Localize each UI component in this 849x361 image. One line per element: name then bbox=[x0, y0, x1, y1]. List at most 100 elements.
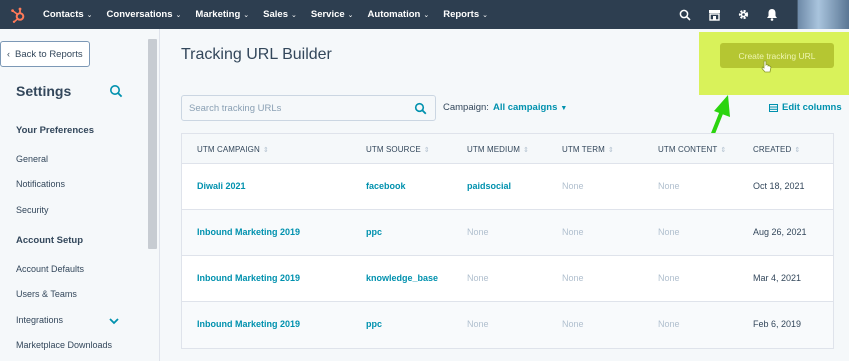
table-row: Diwali 2021 facebook paidsocial None Non… bbox=[182, 164, 833, 210]
sort-icon: ⇕ bbox=[720, 147, 727, 154]
sidebar-item-account-defaults[interactable]: Account Defaults bbox=[16, 264, 84, 274]
column-header-utm-term[interactable]: UTM TERM ⇕ bbox=[562, 145, 614, 154]
page-title: Tracking URL Builder bbox=[181, 46, 332, 63]
nav-service[interactable]: Service ⌄ bbox=[311, 9, 354, 20]
chevron-down-icon: ⌄ bbox=[423, 11, 430, 19]
created-date-cell: Oct 18, 2021 bbox=[753, 181, 805, 191]
create-tracking-url-button[interactable]: Create tracking URL bbox=[720, 43, 834, 68]
search-icon[interactable] bbox=[678, 8, 692, 22]
created-date-cell: Mar 4, 2021 bbox=[753, 273, 802, 283]
back-to-reports-button[interactable]: ‹ Back to Reports bbox=[0, 41, 90, 67]
gear-icon[interactable] bbox=[736, 8, 750, 22]
chevron-down-icon: ⌄ bbox=[290, 11, 297, 19]
nav-automation[interactable]: Automation ⌄ bbox=[368, 9, 430, 20]
sort-icon: ⇕ bbox=[523, 147, 529, 154]
nav-conversations[interactable]: Conversations ⌄ bbox=[107, 9, 182, 20]
main-content: Tracking URL Builder Create tracking URL… bbox=[160, 29, 849, 361]
utm-medium-cell[interactable]: paidsocial bbox=[467, 181, 511, 191]
utm-medium-cell: None bbox=[467, 319, 489, 329]
pointer-cursor-icon bbox=[761, 59, 773, 73]
utm-medium-cell: None bbox=[467, 273, 489, 283]
table-row: Inbound Marketing 2019 ppc None None Non… bbox=[182, 302, 833, 348]
utm-source-cell[interactable]: facebook bbox=[366, 181, 406, 191]
column-header-created[interactable]: CREATED ⇕ bbox=[753, 145, 800, 154]
nav-label: Contacts bbox=[43, 9, 84, 20]
utm-campaign-link[interactable]: Inbound Marketing 2019 bbox=[197, 227, 300, 237]
utm-content-cell: None bbox=[658, 319, 680, 329]
chevron-down-icon[interactable] bbox=[108, 313, 122, 325]
section-heading-account-setup: Account Setup bbox=[16, 235, 84, 246]
campaign-label: Campaign: bbox=[443, 102, 489, 113]
utm-medium-cell: None bbox=[467, 227, 489, 237]
marketplace-icon[interactable] bbox=[707, 8, 721, 22]
campaign-filter[interactable]: Campaign: All campaigns ▼ bbox=[443, 102, 567, 113]
utm-source-cell[interactable]: knowledge_base bbox=[366, 273, 438, 283]
column-header-utm-medium[interactable]: UTM MEDIUM ⇕ bbox=[467, 145, 529, 154]
nav-label: Conversations bbox=[106, 9, 173, 20]
column-header-label: CREATED bbox=[753, 145, 792, 154]
columns-icon bbox=[769, 103, 778, 112]
utm-source-cell[interactable]: ppc bbox=[366, 227, 382, 237]
section-heading-your-preferences: Your Preferences bbox=[16, 125, 94, 136]
nav-contacts[interactable]: Contacts ⌄ bbox=[43, 9, 93, 20]
nav-marketing[interactable]: Marketing ⌄ bbox=[195, 9, 249, 20]
hubspot-logo-icon[interactable] bbox=[10, 7, 26, 23]
edit-columns-button[interactable]: Edit columns bbox=[769, 102, 842, 113]
chevron-down-icon: ⌄ bbox=[347, 11, 354, 19]
sidebar-item-notifications[interactable]: Notifications bbox=[16, 179, 65, 189]
search-input[interactable] bbox=[189, 102, 404, 114]
search-icon[interactable] bbox=[414, 102, 427, 115]
sort-icon: ⇕ bbox=[423, 147, 430, 154]
edit-columns-label: Edit columns bbox=[782, 102, 842, 113]
top-navigation: Contacts ⌄ Conversations ⌄ Marketing ⌄ Sale… bbox=[0, 0, 849, 29]
column-header-utm-content[interactable]: UTM CONTENT ⇕ bbox=[658, 145, 726, 154]
nav-label: Reports bbox=[443, 9, 480, 20]
chevron-down-icon: ⌄ bbox=[482, 11, 488, 19]
chevron-down-icon: ⌄ bbox=[175, 11, 182, 19]
back-button-label: Back to Reports bbox=[15, 48, 83, 60]
created-date-cell: Feb 6, 2019 bbox=[753, 319, 802, 329]
utm-content-cell: None bbox=[658, 181, 680, 191]
nav-label: Service bbox=[310, 9, 345, 20]
search-icon[interactable] bbox=[109, 84, 123, 98]
sort-icon: ⇕ bbox=[262, 147, 269, 154]
bell-icon[interactable] bbox=[765, 8, 779, 22]
sidebar-item-marketplace-downloads[interactable]: Marketplace Downloads bbox=[16, 340, 112, 350]
campaign-dropdown[interactable]: All campaigns bbox=[493, 102, 557, 113]
caret-down-icon: ▼ bbox=[560, 105, 568, 112]
nav-label: Automation bbox=[367, 9, 421, 20]
chevron-left-icon: ‹ bbox=[7, 49, 10, 59]
column-header-label: UTM TERM bbox=[562, 145, 605, 154]
settings-title: Settings bbox=[16, 83, 72, 99]
chevron-down-icon: ⌄ bbox=[243, 11, 250, 19]
settings-sidebar: ‹ Back to Reports Settings Your Preferen… bbox=[0, 29, 160, 361]
sort-icon: ⇕ bbox=[607, 147, 614, 154]
utm-source-cell[interactable]: ppc bbox=[366, 319, 382, 329]
chevron-down-icon: ⌄ bbox=[86, 11, 93, 19]
created-date-cell: Aug 26, 2021 bbox=[753, 227, 807, 237]
column-header-label: UTM CAMPAIGN bbox=[197, 145, 260, 154]
nav-label: Marketing bbox=[195, 9, 241, 20]
utm-campaign-link[interactable]: Diwali 2021 bbox=[197, 181, 246, 191]
sidebar-item-users-teams[interactable]: Users & Teams bbox=[16, 289, 77, 299]
table-row: Inbound Marketing 2019 ppc None None Non… bbox=[182, 210, 833, 256]
column-header-utm-source[interactable]: UTM SOURCE ⇕ bbox=[366, 145, 430, 154]
sort-icon: ⇕ bbox=[794, 147, 801, 154]
column-header-label: UTM MEDIUM bbox=[467, 145, 520, 154]
search-tracking-urls-field[interactable] bbox=[181, 95, 436, 121]
utm-campaign-link[interactable]: Inbound Marketing 2019 bbox=[197, 273, 300, 283]
utm-content-cell: None bbox=[658, 227, 680, 237]
utm-content-cell: None bbox=[658, 273, 680, 283]
sidebar-item-general[interactable]: General bbox=[16, 154, 48, 164]
column-header-utm-campaign[interactable]: UTM CAMPAIGN ⇕ bbox=[197, 145, 269, 154]
nav-reports[interactable]: Reports ⌄ bbox=[443, 9, 488, 20]
utm-term-cell: None bbox=[562, 273, 584, 283]
utm-campaign-link[interactable]: Inbound Marketing 2019 bbox=[197, 319, 300, 329]
sidebar-scrollbar[interactable] bbox=[148, 39, 157, 249]
sidebar-item-integrations[interactable]: Integrations bbox=[16, 315, 63, 325]
account-avatar[interactable] bbox=[797, 0, 849, 29]
nav-sales[interactable]: Sales ⌄ bbox=[263, 9, 297, 20]
tracking-urls-table: UTM CAMPAIGN ⇕ UTM SOURCE ⇕ UTM MEDIUM ⇕ UT… bbox=[181, 133, 834, 349]
nav-label: Sales bbox=[263, 9, 288, 20]
sidebar-item-security[interactable]: Security bbox=[16, 205, 49, 215]
